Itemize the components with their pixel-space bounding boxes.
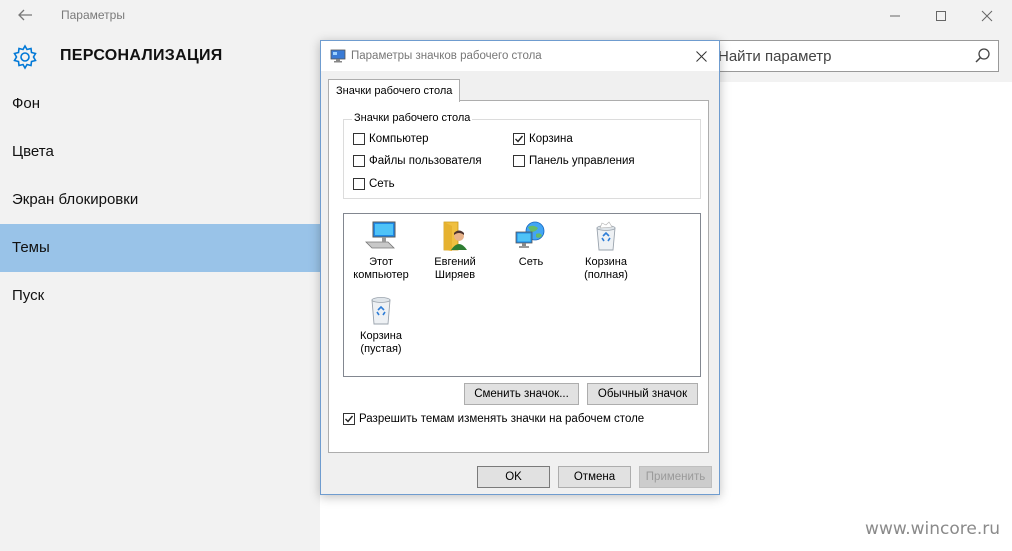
checkbox-label: Панель управления — [529, 155, 635, 167]
icon-item-user[interactable]: Евгений Ширяев — [419, 220, 491, 282]
close-button[interactable] — [964, 0, 1010, 32]
checkmark-icon — [345, 415, 354, 423]
computer-icon — [365, 221, 396, 249]
icon-label-line2: (пустая) — [360, 343, 402, 355]
nav-item-lock-screen[interactable]: Экран блокировки — [0, 176, 320, 224]
ok-button[interactable]: OK — [477, 466, 550, 488]
minimize-button[interactable] — [872, 0, 918, 32]
close-icon[interactable] — [691, 46, 711, 66]
checkbox-label: Разрешить темам изменять значки на рабоч… — [359, 413, 645, 425]
change-icon-button[interactable]: Сменить значок... — [464, 383, 579, 405]
user-folder-icon — [443, 221, 467, 251]
recycle-bin-full-icon — [596, 221, 616, 251]
checkbox-box[interactable] — [353, 155, 365, 167]
title-bar: Параметры — [0, 0, 1012, 32]
desktop-icon-settings-dialog: Параметры значков рабочего стола Значки … — [320, 40, 720, 495]
recycle-bin-empty-icon — [371, 297, 391, 325]
desktop-icon — [330, 49, 346, 63]
icon-label-line2: (полная) — [584, 269, 628, 281]
icon-item-recycle-bin-full[interactable]: Корзина (полная) — [570, 220, 642, 282]
watermark: www.wincore.ru — [865, 519, 1000, 539]
icon-item-network[interactable]: Сеть — [495, 220, 567, 269]
checkbox-box[interactable] — [513, 155, 525, 167]
apply-button[interactable]: Применить — [639, 466, 712, 488]
icon-label-line2: компьютер — [353, 269, 409, 281]
icon-label-line1: Евгений — [434, 256, 476, 268]
gear-icon — [12, 44, 38, 70]
nav-item-colors[interactable]: Цвета — [0, 128, 320, 176]
search-placeholder: Найти параметр — [718, 48, 832, 65]
checkbox-user-files[interactable]: Файлы пользователя — [353, 155, 482, 167]
checkbox-box[interactable] — [343, 413, 355, 425]
tab-panel: Значки рабочего стола Компьютер Корзина … — [328, 100, 709, 453]
nav-item-themes[interactable]: Темы — [0, 224, 320, 272]
icon-label-line1: Этот — [369, 256, 393, 268]
group-label: Значки рабочего стола — [352, 112, 473, 124]
tab-desktop-icons[interactable]: Значки рабочего стола — [328, 79, 461, 102]
icon-item-this-pc[interactable]: Этот компьютер — [345, 220, 417, 282]
icon-label-line1: Корзина — [360, 330, 402, 342]
dialog-title: Параметры значков рабочего стола — [351, 50, 542, 62]
icon-item-recycle-bin-empty[interactable]: Корзина (пустая) — [345, 294, 417, 356]
checkbox-label: Корзина — [529, 133, 573, 145]
maximize-button[interactable] — [918, 0, 964, 32]
checkbox-label: Компьютер — [369, 133, 429, 145]
checkmark-icon — [515, 135, 524, 143]
back-arrow-icon[interactable] — [16, 6, 34, 24]
checkbox-box[interactable] — [353, 178, 365, 190]
nav-item-start[interactable]: Пуск — [0, 272, 320, 320]
desktop-icons-group: Значки рабочего стола Компьютер Корзина … — [343, 112, 701, 199]
search-icon[interactable] — [974, 47, 992, 65]
checkbox-allow-themes[interactable]: Разрешить темам изменять значки на рабоч… — [343, 413, 644, 425]
checkbox-control-panel[interactable]: Панель управления — [513, 155, 635, 167]
app-title: Параметры — [61, 8, 125, 22]
section-title: ПЕРСОНАЛИЗАЦИЯ — [60, 47, 223, 64]
icon-label-line2: Ширяев — [434, 269, 476, 281]
icon-list[interactable]: Этот компьютер Евгений Ширяев Сеть Корзи… — [343, 213, 701, 377]
icon-label-line1: Корзина — [585, 256, 627, 268]
checkbox-label: Файлы пользователя — [369, 155, 482, 167]
checkbox-network[interactable]: Сеть — [353, 178, 395, 190]
network-icon — [515, 221, 545, 248]
default-icon-button[interactable]: Обычный значок — [587, 383, 698, 405]
checkbox-recycle-bin[interactable]: Корзина — [513, 133, 573, 145]
cancel-button[interactable]: Отмена — [558, 466, 631, 488]
checkbox-box[interactable] — [353, 133, 365, 145]
dialog-title-bar: Параметры значков рабочего стола — [321, 41, 719, 71]
nav-item-background[interactable]: Фон — [0, 80, 320, 128]
search-input[interactable]: Найти параметр — [703, 40, 999, 72]
checkbox-box[interactable] — [513, 133, 525, 145]
checkbox-computer[interactable]: Компьютер — [353, 133, 429, 145]
checkbox-label: Сеть — [369, 178, 395, 190]
icon-label-line1: Сеть — [518, 256, 544, 268]
